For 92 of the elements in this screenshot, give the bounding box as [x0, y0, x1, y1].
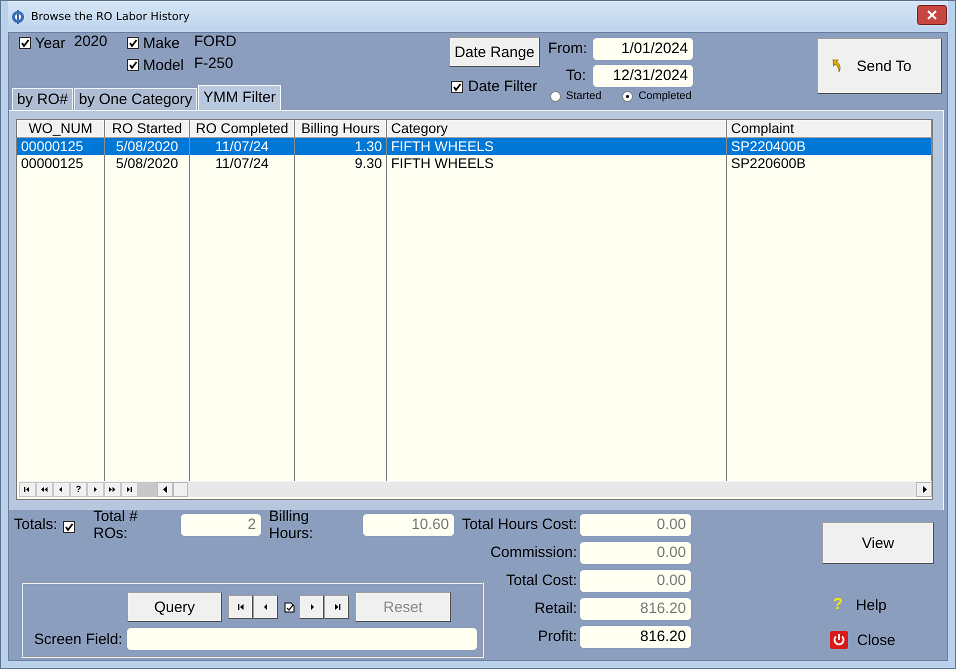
right-arrow-icon — [922, 486, 926, 492]
field-label: Billing Hours: — [268, 508, 314, 542]
tab[interactable]: by One Category — [74, 88, 198, 110]
navigation-button[interactable] — [299, 595, 324, 619]
left-arrow-icon — [162, 486, 168, 492]
power-icon — [830, 631, 848, 649]
arrow-icon — [830, 59, 843, 73]
column-header[interactable]: Complaint — [727, 120, 932, 137]
filter-value: FORD — [194, 32, 238, 50]
filter-value: F-250 — [194, 54, 234, 72]
query-button[interactable]: Query — [127, 592, 222, 622]
column-header[interactable]: RO Completed — [190, 120, 295, 137]
document-icon — [284, 602, 295, 612]
fast-forward-icon — [108, 486, 117, 492]
checkbox-label: Totals: — [14, 516, 58, 533]
navigation-button[interactable] — [121, 482, 138, 496]
navigation-button[interactable] — [87, 482, 104, 496]
window-title: Browse the RO Labor History — [31, 10, 191, 23]
checkbox[interactable] — [63, 520, 76, 532]
tab[interactable]: YMM Filter — [198, 85, 281, 110]
field-label: Total Hours Cost: — [460, 516, 577, 533]
table-cell: FIFTH WHEELS — [391, 138, 494, 154]
table-cell: FIFTH WHEELS — [391, 155, 494, 171]
table-cell: 5/08/2020 — [116, 155, 178, 171]
table-cell: 00000125 — [21, 155, 84, 171]
field-label: Retail: — [533, 600, 577, 617]
radio-label: Started — [566, 90, 602, 102]
rewind-icon — [40, 486, 49, 492]
close-button[interactable] — [917, 4, 947, 24]
date-range-button[interactable]: Date Range — [449, 37, 540, 67]
table-cell: 5/08/2020 — [116, 138, 178, 154]
tab[interactable]: by RO# — [12, 88, 73, 110]
last-record-icon — [332, 603, 340, 611]
close-link[interactable]: Close — [857, 632, 896, 648]
scrollbar-thumb[interactable] — [173, 482, 188, 496]
input-field[interactable]: 12/31/2024 — [593, 64, 693, 86]
navigation-button[interactable] — [104, 482, 121, 496]
checkbox[interactable] — [451, 80, 463, 92]
input-field[interactable]: 1/01/2024 — [593, 38, 693, 60]
radio-button[interactable] — [622, 90, 634, 102]
table-cell: 11/07/24 — [215, 155, 269, 171]
column-header[interactable]: WO_NUM — [17, 120, 105, 137]
field-label: From: — [548, 40, 586, 57]
table-cell: SP220400B — [731, 138, 806, 154]
table-cell: 00000125 — [21, 138, 84, 154]
table-cell: SP220600B — [731, 155, 806, 171]
field-label: Total Cost: — [505, 572, 577, 589]
navigator-spacer — [138, 482, 157, 496]
field-label: Profit: — [536, 628, 577, 645]
field-label: Commission: — [489, 544, 577, 561]
app-icon — [11, 10, 25, 24]
close-icon — [927, 10, 937, 20]
send-to-button[interactable]: Send To — [816, 38, 942, 94]
previous-icon — [262, 603, 270, 611]
checkbox[interactable] — [127, 59, 139, 71]
view-button[interactable]: View — [822, 522, 934, 564]
input-field[interactable]: 816.20 — [580, 626, 691, 648]
table-cell: 11/07/24 — [215, 138, 269, 154]
table-row[interactable]: 00000125 5/08/2020 11/07/24 9.30 FIFTH WHEELS SP220600B — [17, 155, 932, 172]
help-icon: ? — [833, 596, 843, 614]
checkbox-label: Model — [143, 56, 185, 74]
navigation-button[interactable] — [324, 595, 349, 619]
checkbox-label: Make — [143, 34, 181, 52]
navigation-button[interactable] — [36, 482, 53, 496]
table-cell: 9.30 — [354, 155, 382, 171]
checkbox[interactable] — [19, 37, 31, 49]
input-field[interactable] — [127, 628, 478, 650]
checkbox-label: Date Filter — [468, 78, 538, 95]
radio-button[interactable] — [550, 90, 561, 102]
field-label: Screen Field: — [34, 630, 122, 648]
last-record-icon — [125, 486, 134, 492]
navigation-button[interactable] — [53, 482, 70, 496]
table-row[interactable]: 00000125 5/08/2020 11/07/24 1.30 FIFTH WHEELS SP220400B — [17, 138, 932, 155]
table-cell: 1.30 — [354, 138, 382, 154]
navigation-button[interactable] — [19, 482, 36, 496]
column-header[interactable]: Category — [387, 120, 727, 137]
navigation-button[interactable] — [253, 595, 278, 619]
checkbox[interactable] — [127, 37, 139, 49]
scroll-right-button[interactable] — [916, 482, 932, 496]
scroll-left-button[interactable] — [157, 482, 173, 496]
find-button[interactable]: ? — [70, 482, 87, 496]
help-link[interactable]: Help — [856, 596, 887, 614]
first-record-icon — [23, 486, 32, 492]
checkbox-label: Year — [35, 34, 66, 52]
filter-value: 2020 — [74, 32, 108, 50]
first-record-icon — [236, 603, 244, 611]
column-header[interactable]: Billing Hours — [295, 120, 387, 137]
field-label: To: — [564, 67, 586, 84]
field-label: Total # ROs: — [93, 508, 139, 542]
radio-label: Completed — [638, 90, 692, 102]
navigation-button[interactable] — [228, 595, 253, 619]
column-header[interactable]: RO Started — [105, 120, 190, 137]
